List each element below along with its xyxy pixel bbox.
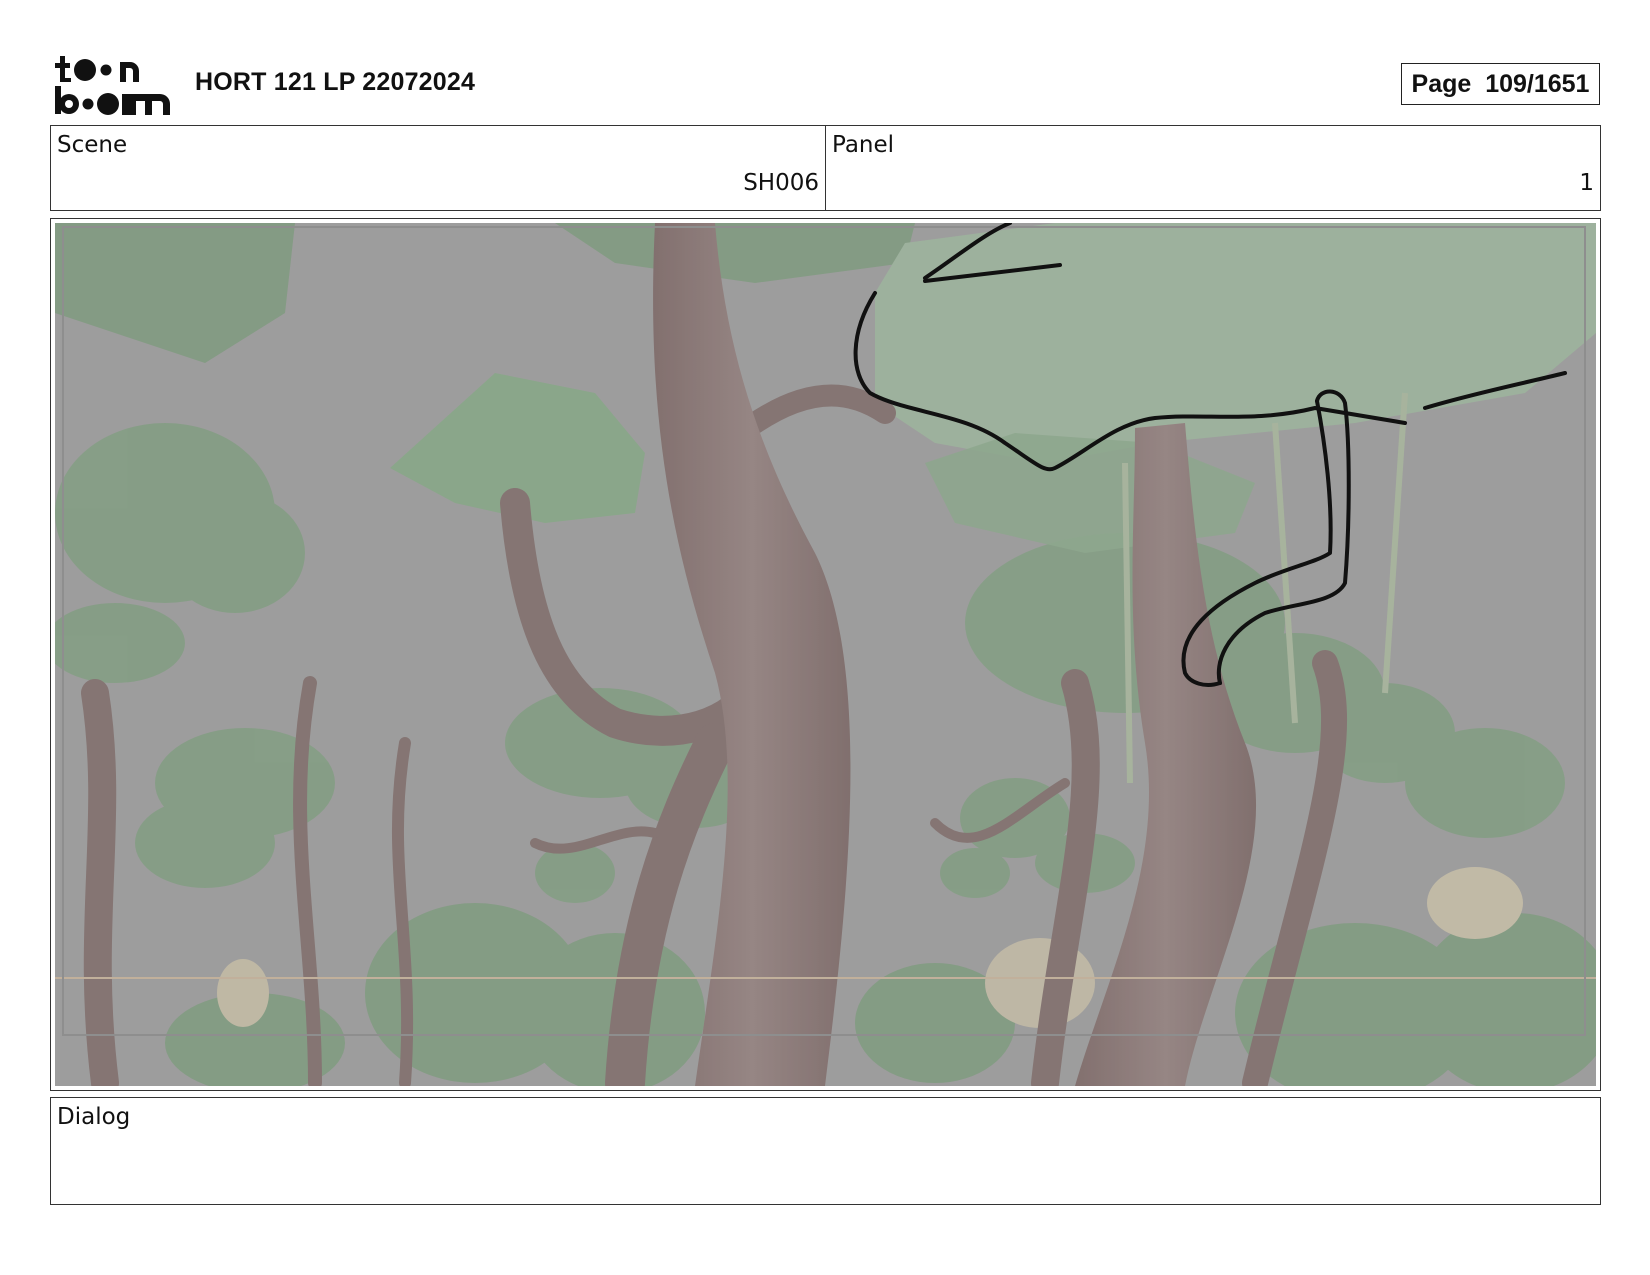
dialog-label: Dialog [57,1104,131,1130]
scene-panel-info: Scene SH006 Panel 1 [50,125,1601,211]
page-label: Page [1411,69,1472,98]
toon-boom-logo [55,56,170,115]
panel-label: Panel [832,132,895,158]
panel-image [55,223,1596,1086]
page-value: 109/1651 [1485,69,1590,98]
scene-value: SH006 [743,170,819,196]
dialog-box: Dialog [50,1097,1601,1205]
page-counter: Page 109/1651 [1401,63,1600,105]
panel-cell: Panel 1 [825,126,1600,210]
scene-cell: Scene SH006 [51,126,825,210]
panel-image-frame [50,218,1601,1091]
project-title: HORT 121 LP 22072024 [195,68,476,96]
panel-value: 1 [1579,170,1594,196]
scene-label: Scene [57,132,128,158]
